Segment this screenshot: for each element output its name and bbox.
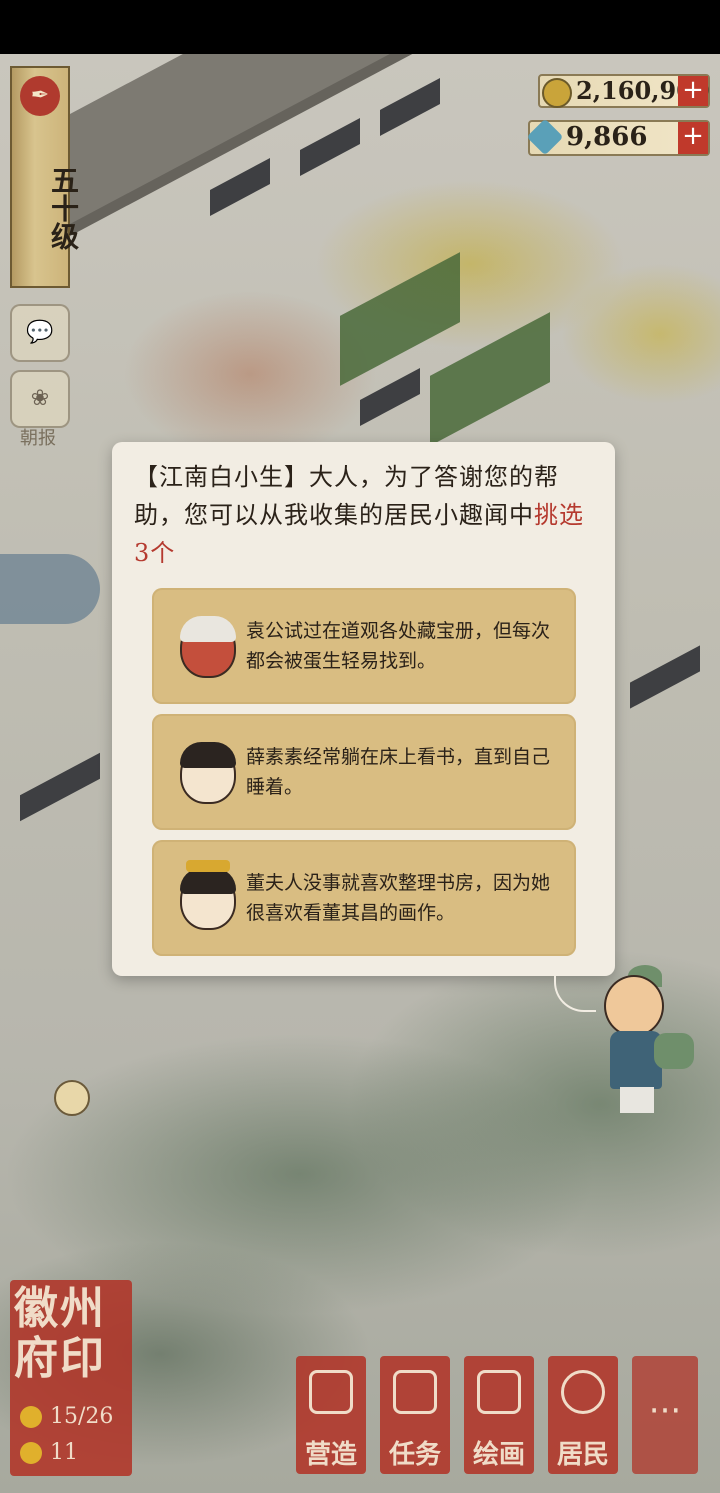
add-coins-button[interactable]: + bbox=[678, 76, 708, 106]
dialog-message: 【江南白小生】大人，为了答谢您的帮助，您可以从我收集的居民小趣闻中挑选3个 bbox=[134, 458, 594, 572]
status-bar bbox=[0, 0, 720, 54]
farm-field bbox=[430, 312, 550, 446]
tasks-button[interactable]: 任务 bbox=[380, 1356, 450, 1474]
building-icon bbox=[309, 1370, 353, 1414]
paint-label: 绘画 bbox=[472, 1440, 525, 1470]
jade-counter: 9,866 + bbox=[526, 118, 710, 156]
lady-avatar-icon bbox=[180, 860, 236, 930]
more-button[interactable]: ··· bbox=[632, 1356, 698, 1474]
brush-emblem-icon: ✒ bbox=[20, 76, 60, 116]
chat-bubble-icon: 💬 bbox=[26, 320, 54, 345]
anecdote-dialog: 【江南白小生】大人，为了答谢您的帮助，您可以从我收集的居民小趣闻中挑选3个 袁公… bbox=[112, 442, 615, 976]
dialog-text: 【江南白小生】大人，为了答谢您的帮助，您可以从我收集的居民小趣闻中 bbox=[134, 463, 559, 529]
jade-icon bbox=[526, 118, 564, 156]
building-roof bbox=[360, 368, 420, 426]
build-label: 营造 bbox=[304, 1440, 357, 1470]
gold-icon bbox=[20, 1442, 42, 1464]
building-roof bbox=[380, 78, 440, 136]
anecdote-text: 董夫人没事就喜欢整理书房，因为她很喜欢看董其昌的画作。 bbox=[246, 872, 551, 924]
resident-icon bbox=[20, 1406, 42, 1428]
chat-bubble-button[interactable]: 💬 bbox=[10, 304, 70, 362]
person-icon bbox=[561, 1370, 605, 1414]
book-icon bbox=[393, 1370, 437, 1414]
woman-avatar-icon bbox=[180, 742, 236, 804]
paint-button[interactable]: 绘画 bbox=[464, 1356, 534, 1474]
coin-icon bbox=[542, 78, 572, 108]
tasks-label: 任务 bbox=[388, 1440, 441, 1470]
farm-field bbox=[340, 252, 460, 386]
count-stat: 11 bbox=[20, 1440, 78, 1465]
court-news-label: 朝报 bbox=[20, 428, 56, 449]
copper-coin-counter: 2,160,900 + bbox=[538, 74, 710, 108]
scroll-icon bbox=[477, 1370, 521, 1414]
court-news-button[interactable]: ❀ bbox=[10, 370, 70, 428]
residents-button[interactable]: 居民 bbox=[548, 1356, 618, 1474]
population-stat: 15/26 bbox=[20, 1404, 113, 1429]
building-roof bbox=[20, 752, 100, 822]
old-man-avatar-icon bbox=[180, 616, 236, 678]
river bbox=[0, 554, 100, 624]
anecdote-text: 袁公试过在道观各处藏宝册，但每次都会被蛋生轻易找到。 bbox=[246, 620, 551, 672]
scholar-character[interactable] bbox=[598, 965, 698, 1115]
speech-bubble-icon[interactable] bbox=[54, 1080, 90, 1116]
build-button[interactable]: 营造 bbox=[296, 1356, 366, 1474]
building-roof bbox=[630, 645, 700, 709]
jade-value: 9,866 bbox=[566, 122, 648, 152]
anecdote-text: 薛素素经常躺在床上看书，直到自己睡着。 bbox=[246, 746, 551, 798]
flower-icon: ❀ bbox=[30, 386, 50, 411]
province-seal[interactable]: 徽州府印 15/26 11 bbox=[10, 1280, 132, 1476]
building-roof bbox=[300, 118, 360, 176]
residents-label: 居民 bbox=[556, 1440, 609, 1470]
level-banner[interactable]: ✒ 五十级 bbox=[10, 66, 80, 288]
anecdote-option[interactable]: 董夫人没事就喜欢整理书房，因为她很喜欢看董其昌的画作。 bbox=[152, 840, 576, 956]
anecdote-option[interactable]: 袁公试过在道观各处藏宝册，但每次都会被蛋生轻易找到。 bbox=[152, 588, 576, 704]
population-value: 15/26 bbox=[50, 1404, 114, 1429]
level-text: 五十级 bbox=[47, 166, 80, 250]
add-jade-button[interactable]: + bbox=[678, 122, 708, 154]
anecdote-option[interactable]: 薛素素经常躺在床上看书，直到自己睡着。 bbox=[152, 714, 576, 830]
seal-title: 徽州府印 bbox=[14, 1283, 106, 1384]
count-value: 11 bbox=[50, 1440, 78, 1465]
building-roof bbox=[210, 158, 270, 216]
